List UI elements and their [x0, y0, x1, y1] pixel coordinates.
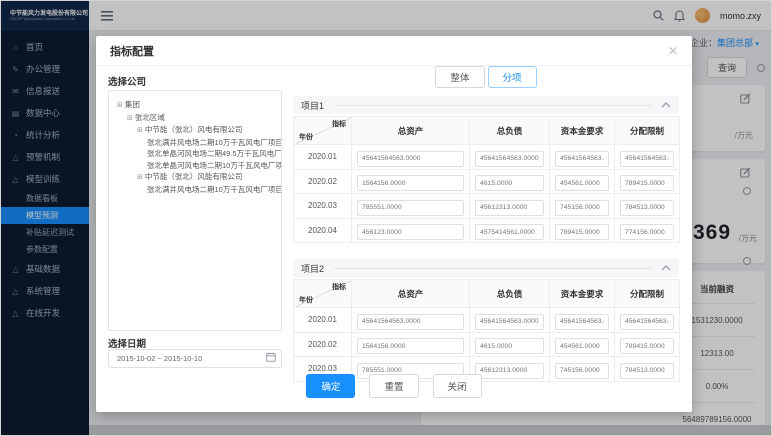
confirm-button[interactable]: 确定 [306, 374, 356, 398]
chevron-up-icon[interactable] [661, 265, 671, 271]
tree-node[interactable]: 张北单晶河风电场二期10万千瓦风电厂项目 [113, 160, 281, 172]
year-cell: 2020.03 [293, 193, 352, 219]
year-cell: 2020.02 [293, 168, 352, 194]
tree-node[interactable]: ⊞ 中节能（张北）风能有限公司 [113, 171, 277, 184]
tree-node[interactable]: 张北满井风电场二期10万千瓦风电厂项目 [113, 184, 281, 196]
chevron-up-icon[interactable] [661, 102, 671, 108]
indicator-value-input[interactable] [475, 224, 544, 240]
corner-bottom-label: 年份 [299, 297, 313, 304]
tree-node-label: 中节能（张北）风电有限公司 [144, 125, 243, 134]
column-header: 分配限制 [614, 116, 680, 145]
table-row: 2020.03 [293, 193, 680, 219]
year-cell: 2020.01 [293, 144, 352, 170]
select-company-label: 选择公司 [108, 77, 147, 88]
indicator-value-input[interactable] [555, 224, 609, 240]
column-header: 分配限制 [614, 279, 680, 308]
tree-expand-icon[interactable]: ⊞ [117, 102, 123, 109]
section-header-项目2[interactable]: 项目2 [293, 259, 679, 277]
tree-expand-icon[interactable]: ⊞ [127, 115, 133, 122]
table-row: 2020.01 [293, 307, 680, 333]
corner-header-cell: 指标年份 [293, 279, 352, 308]
tree-node-label: 张北单晶河风电场二期10万千瓦风电厂项目 [147, 160, 282, 170]
corner-top-label: 指标 [332, 121, 346, 128]
indicator-config-modal: 指标配置 ✕ 选择公司 ⊞ 集团 ⊞ 张北区域 ⊞ 中节能（张北）风电有限公司 张北满井风电… [96, 36, 692, 412]
calendar-icon[interactable] [266, 352, 276, 362]
tree-node-label: 中节能（张北）风能有限公司 [144, 172, 243, 181]
section-divider [334, 267, 651, 269]
corner-header-cell: 指标年份 [293, 116, 352, 145]
indicator-table-项目2: 指标年份总资产总负债资本金要求分配限制2020.012020.022020.03 [293, 279, 680, 382]
corner-bottom-label: 年份 [299, 134, 313, 141]
table-row: 2020.02 [293, 331, 680, 357]
modal-title: 指标配置 [110, 45, 154, 58]
tree-node-label: 集团 [124, 100, 140, 109]
indicator-value-input[interactable] [555, 313, 609, 330]
tree-node-label: 张北满井风电场二期10万千瓦风电厂项目 [147, 137, 282, 147]
indicator-value-input[interactable] [475, 150, 544, 167]
tree-node[interactable]: ⊞ 张北区域 [113, 112, 277, 125]
indicator-value-input[interactable] [555, 199, 609, 216]
tree-expand-icon[interactable]: ⊞ [137, 127, 143, 134]
table-row: 2020.04 [293, 217, 680, 243]
column-header: 总资产 [351, 279, 470, 308]
app-root: 中节能风力发电股份有限公司 CECEP Wind power Corporati… [0, 0, 772, 436]
indicator-value-input[interactable] [475, 199, 544, 216]
indicator-value-input[interactable] [357, 150, 464, 167]
indicator-value-input[interactable] [620, 199, 674, 216]
indicator-value-input[interactable] [620, 175, 674, 191]
indicator-value-input[interactable] [357, 199, 464, 216]
table-row: 2020.02 [293, 168, 680, 194]
indicator-value-input[interactable] [357, 338, 464, 354]
reset-button[interactable]: 重置 [369, 374, 419, 398]
section-title: 项目1 [301, 100, 325, 111]
column-header: 总负债 [469, 116, 550, 145]
table-row: 2020.01 [293, 144, 680, 170]
tree-node-label: 张北区域 [134, 112, 165, 122]
date-range-input[interactable] [108, 349, 282, 368]
modal-header: 指标配置 ✕ [96, 36, 692, 66]
year-cell: 2020.02 [293, 331, 352, 357]
column-header: 总负债 [469, 279, 550, 308]
section-header-项目1[interactable]: 项目1 [293, 96, 679, 114]
indicator-value-input[interactable] [620, 313, 674, 330]
section-divider [334, 104, 651, 106]
corner-top-label: 指标 [332, 284, 346, 291]
indicator-value-input[interactable] [357, 313, 464, 330]
tab-by-item[interactable]: 分项 [487, 66, 537, 88]
company-tree: ⊞ 集团 ⊞ 张北区域 ⊞ 中节能（张北）风电有限公司 张北满井风电场二期10万千瓦风电厂项… [108, 90, 282, 331]
indicator-value-input[interactable] [357, 224, 464, 240]
tree-node[interactable]: 张北满井风电场二期10万千瓦风电厂项目 [113, 137, 281, 149]
tree-node[interactable]: ⊞ 集团 [113, 99, 277, 112]
indicator-value-input[interactable] [620, 338, 674, 354]
year-cell: 2020.04 [293, 217, 352, 243]
indicator-panel: 整体 分项 项目1指标年份总资产总负债资本金要求分配限制2020.012020.… [293, 66, 680, 382]
view-tabs: 整体 分项 [293, 66, 679, 88]
tree-node-label: 张北单晶河风电场二期49.5万千瓦风电厂项目 [147, 149, 282, 158]
indicator-value-input[interactable] [475, 175, 544, 191]
indicator-value-input[interactable] [357, 175, 464, 191]
tree-expand-icon[interactable]: ⊞ [137, 174, 143, 181]
section-title: 项目2 [301, 263, 325, 274]
close-button[interactable]: 关闭 [432, 374, 482, 398]
indicator-value-input[interactable] [620, 150, 674, 167]
tree-node[interactable]: 张北单晶河风电场二期49.5万千瓦风电厂项目 [113, 148, 281, 160]
year-cell: 2020.01 [293, 307, 352, 333]
column-header: 资本金要求 [549, 279, 615, 308]
indicator-table-项目1: 指标年份总资产总负债资本金要求分配限制2020.012020.022020.03… [293, 116, 680, 243]
indicator-value-input[interactable] [555, 150, 609, 167]
tree-node-label: 张北满井风电场二期10万千瓦风电厂项目 [147, 184, 282, 194]
tab-overall[interactable]: 整体 [435, 66, 485, 88]
modal-footer: 确定 重置 关闭 [96, 374, 692, 398]
column-header: 资本金要求 [549, 116, 615, 145]
indicator-value-input[interactable] [555, 338, 609, 354]
indicator-value-input[interactable] [620, 224, 674, 240]
close-icon[interactable]: ✕ [668, 45, 678, 57]
indicator-value-input[interactable] [475, 338, 544, 354]
indicator-value-input[interactable] [555, 175, 609, 191]
column-header: 总资产 [351, 116, 470, 145]
indicator-value-input[interactable] [475, 313, 544, 330]
tree-node[interactable]: ⊞ 中节能（张北）风电有限公司 [113, 124, 277, 137]
